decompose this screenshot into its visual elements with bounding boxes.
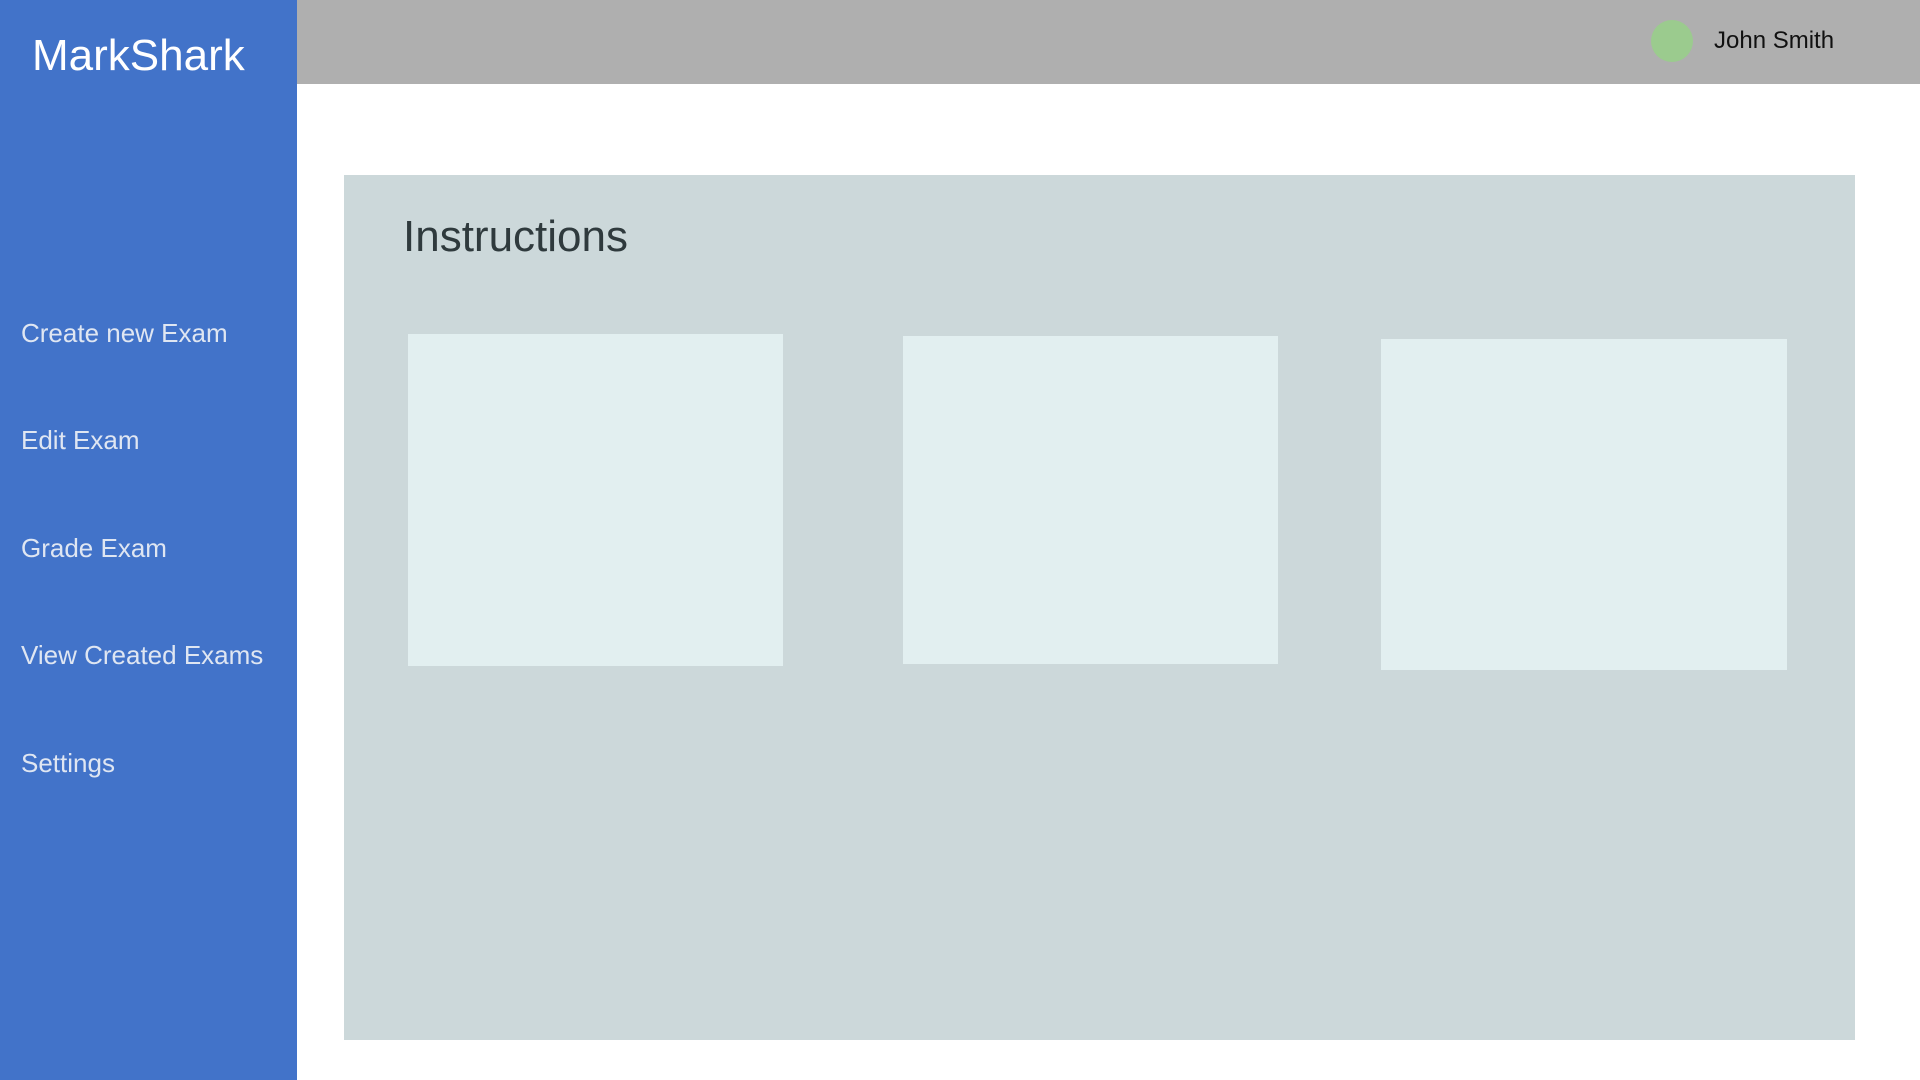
sidebar-item-view-created-exams[interactable]: View Created Exams: [21, 640, 263, 671]
sidebar-item-edit-exam[interactable]: Edit Exam: [21, 425, 140, 456]
app-logo-title: MarkShark: [32, 31, 245, 80]
instruction-card-3[interactable]: [1381, 339, 1787, 670]
user-avatar[interactable]: [1651, 20, 1693, 62]
instruction-card-2[interactable]: [903, 336, 1278, 664]
sidebar-item-create-new-exam[interactable]: Create new Exam: [21, 318, 228, 349]
sidebar-item-settings[interactable]: Settings: [21, 748, 115, 779]
app-window: MarkShark Create new Exam Edit Exam Grad…: [0, 0, 1920, 1080]
page-title: Instructions: [403, 212, 628, 261]
sidebar-item-grade-exam[interactable]: Grade Exam: [21, 533, 167, 564]
instructions-panel: Instructions: [344, 175, 1855, 1040]
instruction-card-1[interactable]: [408, 334, 783, 666]
sidebar: MarkShark Create new Exam Edit Exam Grad…: [0, 0, 297, 1080]
user-name[interactable]: John Smith: [1714, 27, 1834, 56]
